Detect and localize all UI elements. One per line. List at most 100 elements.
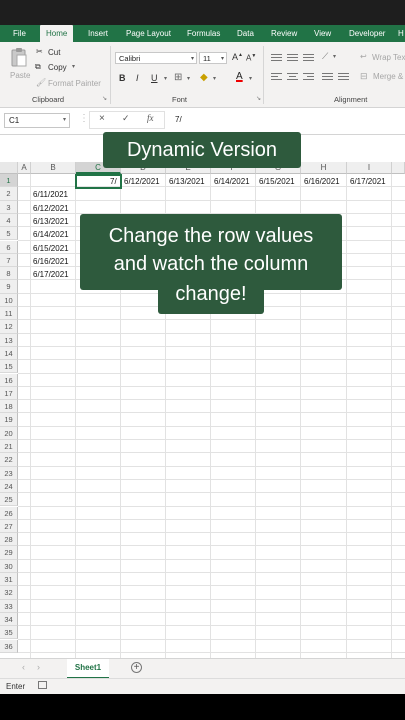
macro-record-icon[interactable] (38, 681, 47, 689)
row-header[interactable]: 32 (0, 586, 18, 600)
row-header[interactable]: 29 (0, 546, 18, 560)
row-header[interactable]: 11 (0, 307, 18, 321)
row-header[interactable]: 5 (0, 227, 18, 241)
cell-h1[interactable]: 6/16/2021 (304, 175, 340, 188)
cell-b7[interactable]: 6/16/2021 (33, 255, 69, 268)
row-header[interactable]: 25 (0, 493, 18, 507)
cell-b6[interactable]: 6/15/2021 (33, 242, 69, 255)
row-header[interactable]: 12 (0, 320, 18, 334)
row-header[interactable]: 10 (0, 293, 18, 307)
merge-button[interactable]: Merge & (373, 72, 403, 81)
select-all-corner[interactable] (0, 162, 18, 174)
row-header[interactable]: 35 (0, 626, 18, 640)
cut-button[interactable]: Cut (48, 48, 60, 57)
row-header[interactable]: 15 (0, 360, 18, 374)
tab-view[interactable]: View (314, 25, 331, 42)
fill-dropdown-icon[interactable]: ▾ (213, 75, 216, 82)
row-header[interactable]: 13 (0, 333, 18, 347)
row-header[interactable]: 31 (0, 573, 18, 587)
tab-home[interactable]: Home (40, 25, 74, 42)
row-header[interactable]: 23 (0, 466, 18, 480)
cell-i1[interactable]: 6/17/2021 (350, 175, 386, 188)
row-header[interactable]: 18 (0, 400, 18, 414)
row-header[interactable]: 27 (0, 519, 18, 534)
font-color-dropdown-icon[interactable]: ▾ (249, 75, 252, 82)
row-header[interactable]: 30 (0, 559, 18, 573)
row-header[interactable]: 4 (0, 213, 18, 228)
formula-input[interactable]: 7/ (175, 115, 182, 124)
format-painter-button[interactable]: Format Painter (48, 79, 101, 88)
row-header[interactable]: 28 (0, 533, 18, 547)
row-header[interactable]: 34 (0, 612, 18, 627)
paste-button[interactable] (10, 47, 28, 67)
row-header[interactable]: 8 (0, 267, 18, 281)
tab-review[interactable]: Review (271, 25, 297, 42)
font-color-icon[interactable]: A (236, 71, 243, 82)
copy-dropdown-icon[interactable]: ▾ (72, 63, 75, 70)
tab-page-layout[interactable]: Page Layout (126, 25, 171, 42)
wrap-text-button[interactable]: Wrap Tex (372, 53, 405, 62)
cell-d1[interactable]: 6/12/2021 (124, 175, 160, 188)
row-header[interactable]: 20 (0, 426, 18, 440)
cell-f1[interactable]: 6/14/2021 (214, 175, 250, 188)
font-name-select[interactable]: Calibri ▾ (115, 52, 197, 64)
row-header[interactable]: 2 (0, 187, 18, 201)
orientation-icon[interactable]: ⟋ (322, 51, 328, 62)
row-header[interactable]: 19 (0, 413, 18, 427)
column-header-i[interactable]: I (347, 162, 392, 174)
row-header[interactable]: 3 (0, 200, 18, 214)
tab-file[interactable]: File (13, 25, 26, 42)
row-header[interactable]: 36 (0, 639, 18, 653)
clipboard-launcher-icon[interactable]: ↘ (102, 95, 107, 102)
top-align-icon[interactable] (271, 54, 282, 62)
row-header[interactable]: 9 (0, 280, 18, 294)
row-header[interactable]: 1 (0, 174, 18, 188)
add-sheet-button[interactable]: + (131, 662, 142, 673)
row-header[interactable]: 6 (0, 240, 18, 254)
name-box[interactable]: C1 ▾ (4, 113, 70, 128)
copy-button[interactable]: Copy (48, 63, 67, 72)
align-center-icon[interactable] (287, 73, 298, 81)
column-header-j[interactable] (392, 162, 405, 174)
cell-b5[interactable]: 6/14/2021 (33, 228, 69, 241)
column-header-b[interactable]: B (31, 162, 76, 174)
cell-b2[interactable]: 6/11/2021 (33, 188, 68, 201)
row-header[interactable]: 21 (0, 440, 18, 454)
borders-icon[interactable]: ⊞ (174, 72, 182, 83)
underline-dropdown-icon[interactable]: ▾ (164, 75, 167, 82)
borders-dropdown-icon[interactable]: ▾ (187, 75, 190, 82)
align-left-icon[interactable] (271, 73, 282, 81)
row-header[interactable]: 24 (0, 479, 18, 494)
row-header[interactable]: 14 (0, 346, 18, 361)
cell-b4[interactable]: 6/13/2021 (33, 215, 69, 228)
decrease-font-icon[interactable]: A▼ (246, 53, 256, 63)
row-header[interactable]: 16 (0, 373, 18, 387)
row-header[interactable]: 17 (0, 386, 18, 401)
tab-developer[interactable]: Developer (349, 25, 385, 42)
increase-indent-icon[interactable] (338, 73, 349, 81)
bold-button[interactable]: B (119, 73, 126, 83)
underline-button[interactable]: U (151, 73, 158, 83)
row-header[interactable]: 7 (0, 253, 18, 268)
cell-b3[interactable]: 6/12/2021 (33, 202, 69, 215)
tab-formulas[interactable]: Formulas (187, 25, 220, 42)
tab-insert[interactable]: Insert (88, 25, 108, 42)
row-header[interactable]: 22 (0, 453, 18, 467)
next-sheet-button[interactable]: › (37, 662, 40, 672)
increase-font-icon[interactable]: A▲ (232, 52, 243, 62)
row-header[interactable]: 26 (0, 506, 18, 520)
column-header-h[interactable]: H (301, 162, 347, 174)
cell-b8[interactable]: 6/17/2021 (33, 268, 69, 281)
row-header[interactable]: 33 (0, 599, 18, 613)
column-header-a[interactable]: A (18, 162, 31, 174)
font-launcher-icon[interactable]: ↘ (256, 95, 261, 102)
decrease-indent-icon[interactable] (322, 73, 333, 81)
bottom-align-icon[interactable] (303, 54, 314, 62)
tab-data[interactable]: Data (237, 25, 254, 42)
fill-color-icon[interactable]: ◆ (200, 72, 208, 83)
italic-button[interactable]: I (136, 73, 139, 83)
tab-help[interactable]: H (398, 25, 404, 42)
sheet-tab-sheet1[interactable]: Sheet1 (67, 659, 109, 679)
cell-g1[interactable]: 6/15/2021 (259, 175, 295, 188)
cancel-entry-button[interactable]: × (99, 113, 105, 124)
